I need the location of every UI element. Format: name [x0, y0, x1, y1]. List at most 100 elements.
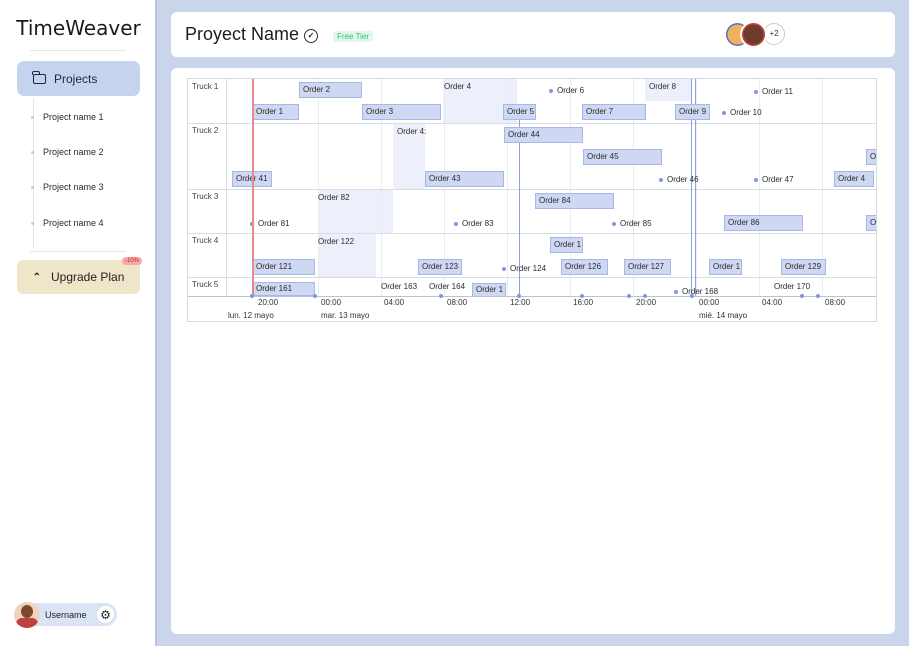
folder-icon	[32, 70, 46, 84]
order-bar[interactable]: Order 9	[675, 104, 710, 120]
order-bar[interactable]: Or	[866, 215, 876, 231]
order-bar[interactable]: Order 161	[252, 282, 315, 296]
grid-line	[318, 79, 319, 297]
order-bar[interactable]: Order 44	[504, 127, 583, 143]
gear-icon[interactable]: ⚙	[97, 606, 114, 623]
row-divider	[188, 233, 876, 234]
truck-label: Truck 1	[192, 82, 219, 91]
time-tick: 16:00	[573, 298, 594, 307]
order-point[interactable]: Order 6	[549, 86, 584, 95]
sidebar: TimeWeaver Projects Project name 1 Proje…	[0, 0, 157, 646]
date-label: lun. 12 mayo	[228, 311, 274, 320]
order-bar[interactable]: Order 1	[472, 283, 506, 297]
order-bar[interactable]: Order 123	[418, 259, 462, 275]
time-tick: 20:00	[258, 298, 279, 307]
time-tick: 12:00	[510, 298, 531, 307]
time-axis	[188, 296, 876, 297]
order-bar[interactable]: Order 127	[624, 259, 671, 275]
time-tick: 08:00	[447, 298, 468, 307]
bullet-icon	[31, 221, 34, 225]
order-point[interactable]: Order 46	[659, 175, 699, 184]
time-marker	[250, 294, 254, 298]
truck-label: Truck 4	[192, 236, 219, 245]
order-bar[interactable]: Order 1	[252, 104, 299, 120]
sidebar-item-project-2[interactable]: Project name 2	[31, 147, 104, 157]
avatar[interactable]	[740, 21, 767, 48]
time-tick: 20:00	[636, 298, 657, 307]
order-bar[interactable]: Order 129	[781, 259, 826, 275]
time-marker	[800, 294, 804, 298]
truck-label: Truck 5	[192, 280, 219, 289]
main-panel: Truck 1 Truck 2 Truck 3 Truck 4 Truck 5 …	[171, 68, 895, 634]
current-time-line	[252, 79, 254, 297]
nav-projects-button[interactable]: Projects	[17, 61, 140, 96]
time-marker	[313, 294, 317, 298]
time-tick: 08:00	[825, 298, 846, 307]
time-marker	[439, 294, 443, 298]
sidebar-item-project-3[interactable]: Project name 3	[31, 182, 104, 192]
bullet-icon	[31, 150, 34, 154]
order-point[interactable]: Order 85	[612, 219, 652, 228]
truck-label: Truck 3	[192, 192, 219, 201]
truck-label: Truck 2	[192, 126, 219, 135]
bullet-icon	[31, 115, 34, 119]
sidebar-item-project-4[interactable]: Project name 4	[31, 218, 104, 228]
bullet-icon	[31, 185, 34, 189]
discount-badge: -10%	[122, 257, 143, 265]
order-bar[interactable]: Order 1	[709, 259, 742, 275]
order-bar[interactable]: Order 45	[583, 149, 662, 165]
avatar	[14, 601, 40, 628]
project-label: Project name 4	[43, 218, 104, 228]
order-bar[interactable]: Order 3	[362, 104, 441, 120]
order-point[interactable]: Order 124	[502, 264, 546, 273]
tier-badge: Free Tier	[333, 31, 374, 42]
order-label[interactable]: Order 4	[444, 82, 471, 91]
order-label[interactable]: Order 4:	[397, 127, 426, 136]
order-bar[interactable]: Order 121	[252, 259, 315, 275]
project-label: Project name 3	[43, 182, 104, 192]
order-point[interactable]: Order 83	[454, 219, 494, 228]
time-marker	[627, 294, 631, 298]
date-label: mié. 14 mayo	[699, 311, 748, 320]
order-label[interactable]: Order 8	[649, 82, 676, 91]
order-label[interactable]: Order 170	[774, 282, 810, 291]
order-label[interactable]: Order 122	[318, 237, 354, 246]
page-title: Proyect Name	[185, 24, 300, 44]
member-avatars[interactable]: +2	[724, 21, 785, 48]
order-point[interactable]: Order 10	[722, 108, 762, 117]
row-divider	[188, 189, 876, 190]
order-bar[interactable]: Order 43	[425, 171, 504, 187]
order-bar[interactable]: Order 2	[299, 82, 362, 98]
time-tick: 04:00	[384, 298, 405, 307]
order-point[interactable]: Order 81	[250, 219, 290, 228]
badge-check-icon[interactable]: ✓	[304, 29, 318, 43]
order-label[interactable]: Order 164	[429, 282, 465, 291]
label-column-divider	[226, 79, 227, 297]
nav-projects-label: Projects	[54, 71, 98, 86]
time-marker	[816, 294, 820, 298]
order-bar[interactable]: Order 7	[582, 104, 646, 120]
gantt-timeline[interactable]: Truck 1 Truck 2 Truck 3 Truck 4 Truck 5 …	[187, 78, 877, 322]
time-marker	[690, 294, 694, 298]
order-bar[interactable]: Order 84	[535, 193, 614, 209]
user-menu[interactable]: Username ⚙	[14, 601, 117, 628]
project-label: Project name 1	[43, 112, 104, 122]
order-bar[interactable]: Or	[866, 149, 876, 165]
order-point[interactable]: Order 47	[754, 175, 794, 184]
order-label[interactable]: Order 163	[381, 282, 417, 291]
upgrade-plan-button[interactable]: ⌃ Upgrade Plan	[17, 260, 140, 294]
username: Username	[45, 609, 87, 620]
sidebar-item-project-1[interactable]: Project name 1	[31, 112, 104, 122]
order-label[interactable]: Order 82	[318, 193, 350, 202]
order-point[interactable]: Order 168	[674, 287, 718, 296]
row-divider	[188, 277, 876, 278]
upgrade-label: Upgrade Plan	[51, 270, 125, 284]
order-bar[interactable]: Order 5	[503, 104, 536, 120]
chevrons-up-icon: ⌃	[32, 271, 41, 283]
order-bar[interactable]: Order 126	[561, 259, 608, 275]
order-bar[interactable]: Order 1	[550, 237, 583, 253]
order-bar[interactable]: Order 86	[724, 215, 803, 231]
time-tick: 00:00	[321, 298, 342, 307]
order-bar[interactable]: Order 4	[834, 171, 874, 187]
order-point[interactable]: Order 11	[754, 87, 793, 96]
